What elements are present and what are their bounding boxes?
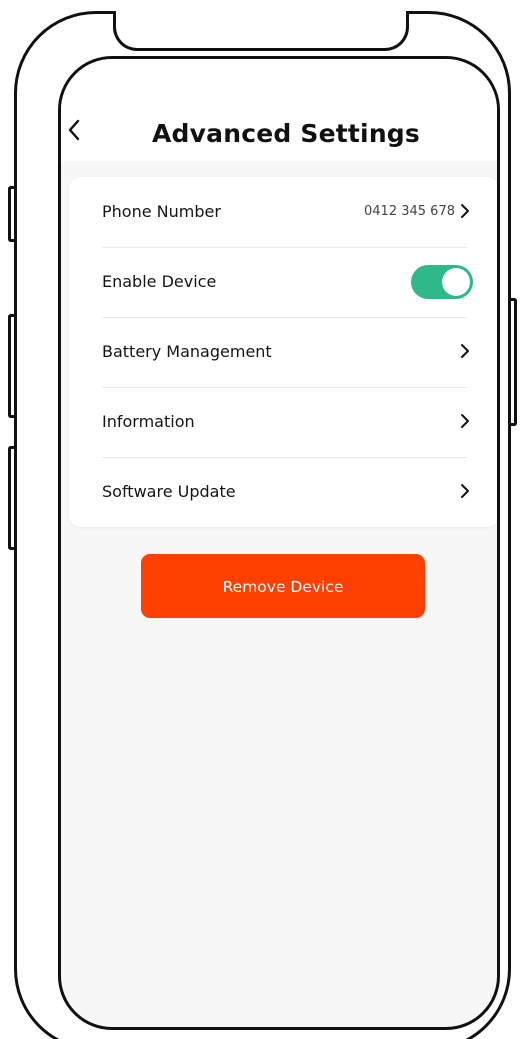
chevron-right-icon	[461, 204, 469, 218]
settings-row-label: Battery Management	[102, 342, 272, 361]
enable-device-toggle[interactable]	[411, 265, 473, 299]
phone-frame: Advanced Settings Phone Number 0412 345 …	[14, 11, 511, 1039]
page-title: Advanced Settings	[152, 119, 420, 148]
device-mockup: Advanced Settings Phone Number 0412 345 …	[0, 0, 525, 1039]
remove-device-button[interactable]: Remove Device	[141, 554, 425, 618]
settings-row-label: Enable Device	[102, 272, 217, 291]
chevron-right-icon	[461, 344, 469, 358]
settings-row-label: Software Update	[102, 482, 236, 501]
phone-screen: Advanced Settings Phone Number 0412 345 …	[58, 56, 500, 1030]
settings-card: Phone Number 0412 345 678 Enable Device	[69, 177, 497, 527]
phone-notch	[113, 11, 409, 51]
settings-row-software-update[interactable]: Software Update	[69, 457, 497, 527]
settings-row-phone-number[interactable]: Phone Number 0412 345 678	[69, 177, 497, 247]
app-header: Advanced Settings	[61, 59, 497, 161]
chevron-right-icon	[461, 414, 469, 428]
settings-row-label: Phone Number	[102, 202, 221, 221]
settings-row-information[interactable]: Information	[69, 387, 497, 457]
toggle-knob	[442, 268, 470, 296]
settings-row-label: Information	[102, 412, 195, 431]
phone-number-value: 0412 345 678	[364, 204, 455, 219]
chevron-right-icon	[461, 484, 469, 498]
settings-row-battery-management[interactable]: Battery Management	[69, 317, 497, 387]
side-button	[511, 298, 517, 426]
settings-row-enable-device: Enable Device	[69, 247, 497, 317]
